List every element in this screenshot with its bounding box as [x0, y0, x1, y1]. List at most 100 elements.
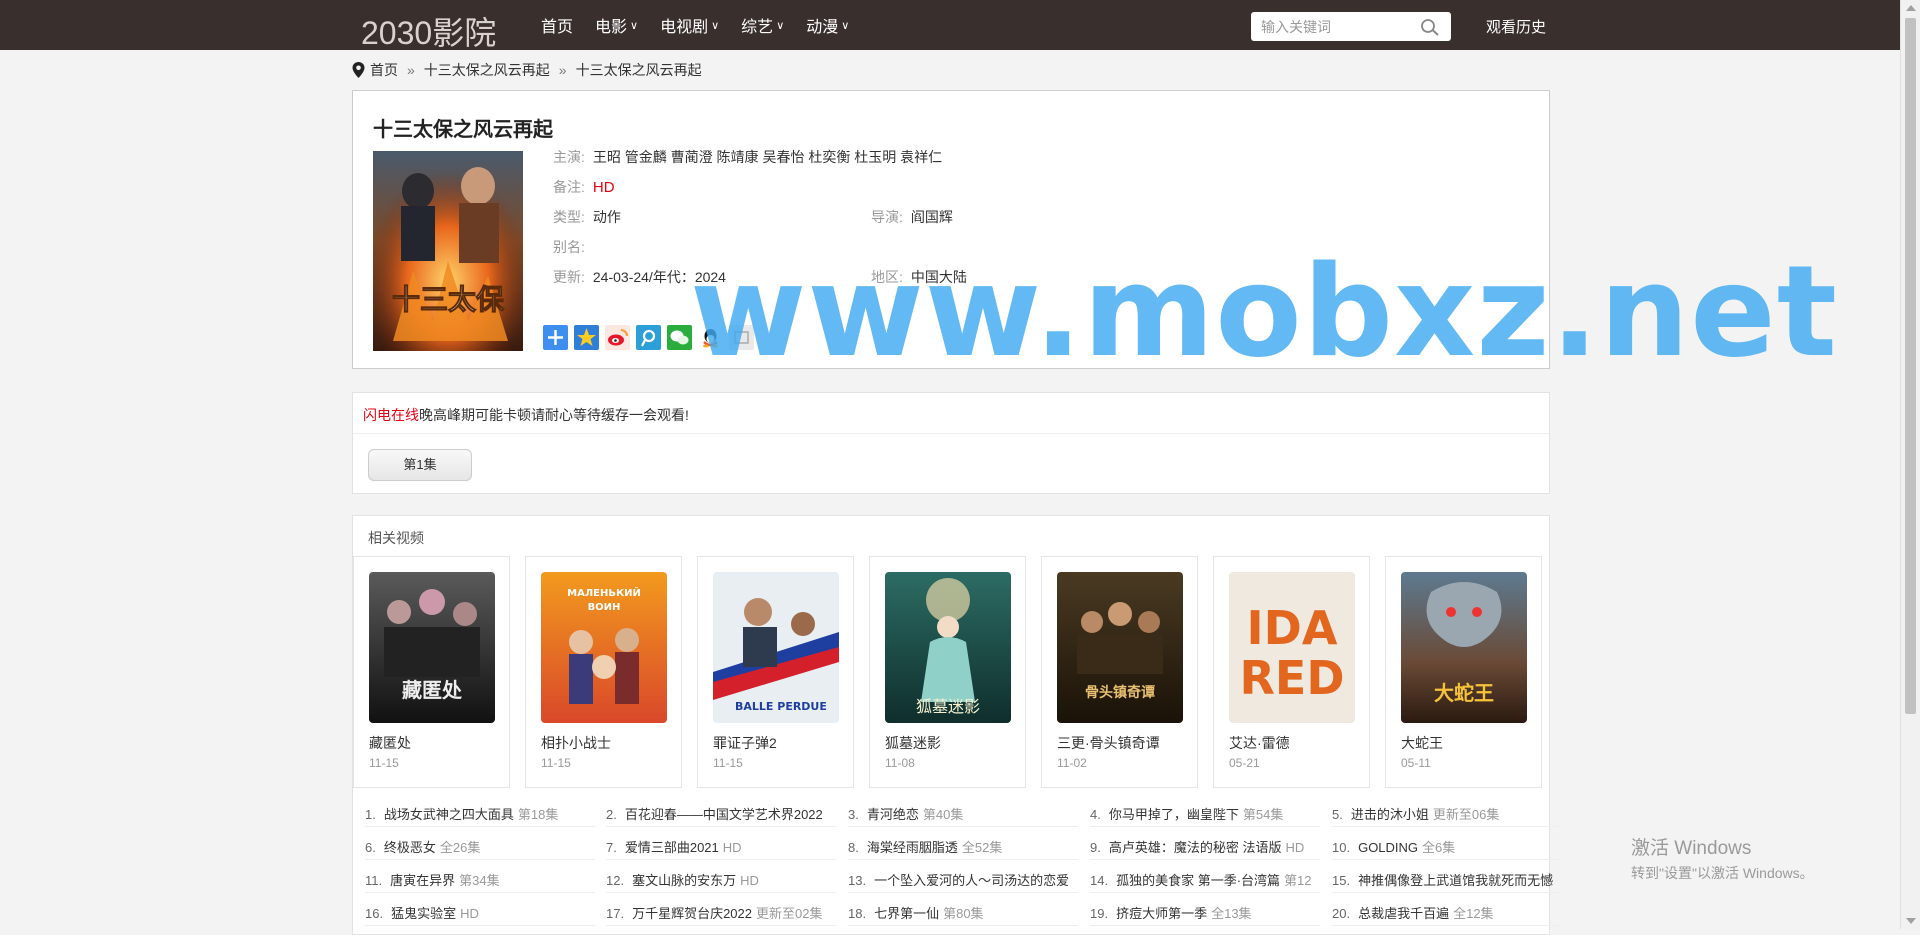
windows-activation-notice: 激活 Windows 转到"设置"以激活 Windows。: [1631, 833, 1814, 883]
related-card[interactable]: МАЛЕНЬКИЙ ВОИН 相扑小战士 11-15: [525, 556, 682, 788]
ranking-item[interactable]: 19. 挤痘大师第一季 全13集: [1090, 903, 1320, 926]
type-value[interactable]: 动作: [593, 209, 621, 225]
ranking-title[interactable]: 进击的沐小姐: [1351, 807, 1429, 822]
ranking-title[interactable]: 挤痘大师第一季: [1116, 906, 1207, 921]
ranking-title[interactable]: 猛鬼实验室: [391, 906, 456, 921]
nav-variety[interactable]: 综艺 ∨: [741, 13, 784, 37]
update-row: 更新: 24-03-24/年代：2024: [553, 267, 726, 287]
nav-tv[interactable]: 电视剧 ∨: [660, 13, 719, 37]
ranking-title[interactable]: 战场女武神之四大面具: [384, 807, 514, 822]
nav-anime[interactable]: 动漫 ∨: [806, 13, 849, 37]
ranking-title[interactable]: 爱情三部曲2021: [625, 840, 719, 855]
region-value[interactable]: 中国大陆: [911, 269, 967, 285]
ranking-item[interactable]: 14. 孤独的美食家 第一季·台湾篇 第12: [1090, 870, 1320, 893]
ranking-title[interactable]: GOLDING: [1358, 840, 1418, 855]
ranking-item[interactable]: 6. 终极恶女 全26集: [365, 837, 595, 860]
ranking-title[interactable]: 终极恶女: [384, 840, 436, 855]
scroll-up-arrow-icon[interactable]: [1906, 5, 1916, 11]
breadcrumb-item[interactable]: 十三太保之风云再起: [424, 60, 550, 80]
ranking-item[interactable]: 1. 战场女武神之四大面具 第18集: [365, 804, 595, 827]
ranking-number: 14.: [1090, 873, 1109, 888]
related-name[interactable]: 大蛇王: [1401, 733, 1443, 753]
ranking-item[interactable]: 8. 海棠经雨胭脂透 全52集: [848, 837, 1078, 860]
ranking-item[interactable]: 10. GOLDING 全6集: [1332, 837, 1562, 860]
nav-movies[interactable]: 电影 ∨: [595, 13, 638, 37]
related-thumb[interactable]: BALLE PERDUE: [713, 572, 839, 723]
ranking-item[interactable]: 5. 进击的沐小姐 更新至06集: [1332, 804, 1562, 827]
other-share-icon[interactable]: [729, 325, 754, 350]
qzone-icon[interactable]: [574, 325, 599, 350]
wechat-icon[interactable]: [667, 325, 692, 350]
related-card[interactable]: 藏匿处 藏匿处 11-15: [353, 556, 510, 788]
ranking-item[interactable]: 11. 唐寅在异界 第34集: [365, 870, 595, 893]
plus-share-icon[interactable]: [543, 325, 568, 350]
related-date: 11-15: [541, 756, 571, 770]
ranking-status: 全13集: [1211, 906, 1252, 921]
ranking-item[interactable]: 3. 青河绝恋 第40集: [848, 804, 1078, 827]
related-card[interactable]: 大蛇王 大蛇王 05-11: [1385, 556, 1542, 788]
related-card[interactable]: BALLE PERDUE 罪证子弹2 11-15: [697, 556, 854, 788]
nav-variety-label: 综艺: [741, 19, 774, 36]
search-icon[interactable]: [1419, 18, 1441, 36]
related-card[interactable]: IDA RED 艾达·雷德 05-21: [1213, 556, 1370, 788]
related-thumb[interactable]: МАЛЕНЬКИЙ ВОИН: [541, 572, 667, 723]
ranking-title[interactable]: 一个坠入爱河的人～司汤达的恋爱: [874, 873, 1069, 888]
scroll-down-arrow-icon[interactable]: [1906, 918, 1916, 924]
ranking-title[interactable]: 塞文山脉的安东万: [632, 873, 736, 888]
breadcrumb-home[interactable]: 首页: [370, 60, 398, 80]
ranking-title[interactable]: 你马甲掉了，幽皇陛下: [1109, 807, 1239, 822]
ranking-status: 全12集: [1453, 906, 1494, 921]
svg-text:藏匿处: 藏匿处: [402, 678, 463, 702]
related-card[interactable]: 狐墓迷影 狐墓迷影 11-08: [869, 556, 1026, 788]
related-thumb[interactable]: 骨头镇奇谭: [1057, 572, 1183, 723]
ranking-title[interactable]: 唐寅在异界: [390, 873, 455, 888]
ranking-title[interactable]: 总裁虐我千百遍: [1358, 906, 1449, 921]
ranking-title[interactable]: 海棠经雨胭脂透: [867, 840, 958, 855]
watch-history-link[interactable]: 观看历史: [1486, 16, 1546, 37]
ranking-item[interactable]: 12. 塞文山脉的安东万 HD: [606, 870, 836, 893]
related-name[interactable]: 相扑小战士: [541, 733, 611, 753]
related-thumb[interactable]: IDA RED: [1229, 572, 1355, 723]
weibo-icon[interactable]: [605, 325, 630, 350]
ranking-title[interactable]: 高卢英雄：魔法的秘密 法语版: [1109, 840, 1282, 855]
related-thumb[interactable]: 藏匿处: [369, 572, 495, 723]
ranking-item[interactable]: 16. 猛鬼实验室 HD: [365, 903, 595, 926]
ranking-title[interactable]: 青河绝恋: [867, 807, 919, 822]
ranking-item[interactable]: 18. 七界第一仙 第80集: [848, 903, 1078, 926]
ranking-title[interactable]: 孤独的美食家 第一季·台湾篇: [1116, 873, 1280, 888]
ranking-title[interactable]: 百花迎春——中国文学艺术界2022: [625, 807, 823, 822]
site-logo[interactable]: 2030影院: [361, 8, 496, 54]
ranking-item[interactable]: 9. 高卢英雄：魔法的秘密 法语版 HD: [1090, 837, 1320, 860]
ranking-item[interactable]: 20. 总裁虐我千百遍 全12集: [1332, 903, 1562, 926]
related-card[interactable]: 骨头镇奇谭 三更·骨头镇奇谭 11-02: [1041, 556, 1198, 788]
ranking-item[interactable]: 13. 一个坠入爱河的人～司汤达的恋爱: [848, 870, 1078, 893]
ranking-title[interactable]: 万千星辉贺台庆2022: [632, 906, 752, 921]
tencent-weibo-icon[interactable]: [636, 325, 661, 350]
ranking-item[interactable]: 17. 万千星辉贺台庆2022 更新至02集: [606, 903, 836, 926]
related-thumb[interactable]: 狐墓迷影: [885, 572, 1011, 723]
alias-label: 别名:: [553, 239, 585, 255]
ranking-title[interactable]: 神推偶像登上武道馆我就死而无憾: [1358, 873, 1553, 888]
ranking-item[interactable]: 7. 爱情三部曲2021 HD: [606, 837, 836, 860]
related-name[interactable]: 罪证子弹2: [713, 733, 777, 753]
related-date: 11-08: [885, 756, 915, 770]
ranking-item[interactable]: 15. 神推偶像登上武道馆我就死而无憾: [1332, 870, 1562, 893]
related-name[interactable]: 藏匿处: [369, 733, 411, 753]
scrollbar-thumb[interactable]: [1905, 18, 1916, 714]
cast-value[interactable]: 王昭 管金麟 曹蔺澄 陈靖康 吴春怡 杜奕衡 杜玉明 袁祥仁: [593, 149, 942, 165]
search-input[interactable]: [1251, 12, 1431, 41]
ranking-number: 18.: [848, 906, 867, 921]
episode-button[interactable]: 第1集: [368, 449, 472, 481]
ranking-item[interactable]: 4. 你马甲掉了，幽皇陛下 第54集: [1090, 804, 1320, 827]
qq-icon[interactable]: [698, 325, 723, 350]
related-name[interactable]: 狐墓迷影: [885, 733, 941, 753]
scrollbar[interactable]: [1900, 0, 1920, 929]
ranking-item[interactable]: 2. 百花迎春——中国文学艺术界2022: [606, 804, 836, 827]
nav-home[interactable]: 首页: [541, 13, 573, 37]
related-name[interactable]: 艾达·雷德: [1229, 733, 1290, 753]
related-thumb[interactable]: 大蛇王: [1401, 572, 1527, 723]
director-value[interactable]: 阎国辉: [911, 209, 953, 225]
chevron-down-icon: ∨: [711, 19, 720, 32]
ranking-title[interactable]: 七界第一仙: [874, 906, 939, 921]
related-name[interactable]: 三更·骨头镇奇谭: [1057, 733, 1160, 753]
